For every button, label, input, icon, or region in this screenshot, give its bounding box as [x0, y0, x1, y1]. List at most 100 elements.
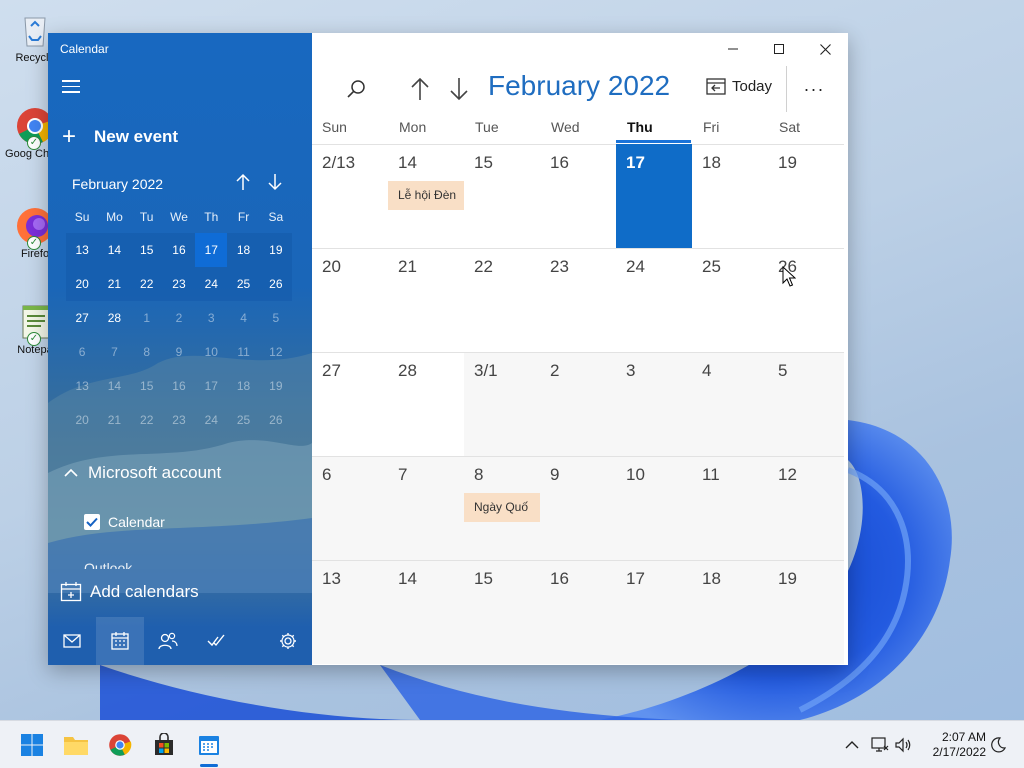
day-cell[interactable]: 14 Lễ hội Đèn: [388, 144, 464, 248]
mini-day[interactable]: 13: [66, 369, 98, 403]
mini-calendar-prev-button[interactable]: [233, 173, 253, 193]
mini-day[interactable]: 21: [98, 267, 131, 301]
start-button[interactable]: [16, 729, 48, 761]
day-cell[interactable]: 20: [312, 248, 388, 352]
day-cell[interactable]: 16: [540, 560, 616, 664]
day-cell[interactable]: 21: [388, 248, 464, 352]
day-cell[interactable]: 2/13: [312, 144, 388, 248]
next-month-button[interactable]: [445, 73, 473, 105]
day-cell[interactable]: 15: [464, 144, 540, 248]
mini-day[interactable]: 17: [195, 369, 227, 403]
new-event-button[interactable]: + New event: [62, 125, 178, 149]
mini-day[interactable]: 8: [131, 335, 163, 369]
mini-day[interactable]: 4: [227, 301, 259, 335]
mini-day[interactable]: 11: [227, 335, 259, 369]
mini-day[interactable]: 21: [98, 403, 130, 437]
add-calendars-button[interactable]: Add calendars: [60, 581, 199, 603]
mini-day[interactable]: 5: [260, 301, 292, 335]
previous-month-button[interactable]: [406, 73, 434, 105]
mini-day[interactable]: 12: [260, 335, 292, 369]
mini-day[interactable]: 3: [195, 301, 227, 335]
mini-day[interactable]: 2: [163, 301, 195, 335]
mini-day[interactable]: 28: [98, 301, 130, 335]
mail-nav-button[interactable]: [48, 617, 96, 665]
day-cell[interactable]: 17: [616, 560, 692, 664]
mini-day[interactable]: 18: [227, 369, 259, 403]
day-cell[interactable]: 9: [540, 456, 616, 560]
show-hidden-icons-button[interactable]: [842, 735, 862, 755]
day-cell[interactable]: 5: [768, 352, 844, 456]
day-cell[interactable]: 3: [616, 352, 692, 456]
mini-day[interactable]: 19: [260, 369, 292, 403]
close-button[interactable]: [802, 33, 848, 65]
mini-day[interactable]: 23: [162, 267, 196, 301]
hamburger-menu-button[interactable]: [62, 80, 80, 94]
day-cell[interactable]: 25: [692, 248, 768, 352]
day-cell[interactable]: 27: [312, 352, 388, 456]
mini-day[interactable]: 7: [98, 335, 130, 369]
month-title[interactable]: February 2022: [488, 70, 670, 102]
mini-day[interactable]: 14: [98, 233, 131, 267]
mini-day[interactable]: 26: [259, 267, 292, 301]
day-cell[interactable]: 18: [692, 560, 768, 664]
day-cell[interactable]: 23: [540, 248, 616, 352]
day-cell[interactable]: 14: [388, 560, 464, 664]
mini-day[interactable]: 6: [66, 335, 98, 369]
mini-day-today[interactable]: 17: [195, 233, 228, 267]
day-cell[interactable]: 16: [540, 144, 616, 248]
network-button[interactable]: [870, 735, 890, 755]
outlook-section-peek[interactable]: Outlook: [84, 561, 132, 569]
mini-day[interactable]: 20: [66, 403, 98, 437]
mini-day[interactable]: 23: [163, 403, 195, 437]
mini-day[interactable]: 16: [162, 233, 196, 267]
calendar-taskbar-button[interactable]: [193, 729, 225, 761]
mini-day[interactable]: 22: [130, 267, 163, 301]
chrome-taskbar-button[interactable]: [104, 729, 136, 761]
day-cell[interactable]: 11: [692, 456, 768, 560]
day-cell[interactable]: 19: [768, 144, 844, 248]
maximize-button[interactable]: [756, 33, 802, 65]
mini-day[interactable]: 26: [260, 403, 292, 437]
system-clock[interactable]: 2:07 AM 2/17/2022: [918, 730, 986, 760]
mini-day[interactable]: 1: [131, 301, 163, 335]
day-cell[interactable]: 26: [768, 248, 844, 352]
microsoft-account-section-toggle[interactable]: Microsoft account: [62, 463, 221, 483]
mini-day[interactable]: 15: [130, 233, 163, 267]
day-cell[interactable]: 12: [768, 456, 844, 560]
event-chip[interactable]: Lễ hội Đèn: [388, 181, 464, 210]
day-cell[interactable]: 24: [616, 248, 692, 352]
mini-day[interactable]: 25: [227, 267, 260, 301]
people-nav-button[interactable]: [144, 617, 192, 665]
calendar-checkbox[interactable]: [84, 514, 100, 530]
event-chip[interactable]: Ngày Quố: [464, 493, 540, 522]
mini-day[interactable]: 14: [98, 369, 130, 403]
day-cell-today[interactable]: 17: [616, 144, 692, 248]
day-cell[interactable]: 13: [312, 560, 388, 664]
day-cell[interactable]: 10: [616, 456, 692, 560]
calendar-visibility-item[interactable]: Calendar: [84, 514, 165, 530]
day-cell[interactable]: 7: [388, 456, 464, 560]
volume-button[interactable]: [894, 735, 914, 755]
more-options-button[interactable]: ···: [798, 73, 830, 105]
mini-day[interactable]: 9: [163, 335, 195, 369]
day-cell[interactable]: 3/1: [464, 352, 540, 456]
mini-day[interactable]: 20: [66, 267, 99, 301]
settings-nav-button[interactable]: [264, 617, 312, 665]
day-cell[interactable]: 18: [692, 144, 768, 248]
mini-day[interactable]: 18: [227, 233, 260, 267]
day-cell[interactable]: 28: [388, 352, 464, 456]
file-explorer-button[interactable]: [60, 729, 92, 761]
day-cell[interactable]: 8 Ngày Quố: [464, 456, 540, 560]
mini-calendar-next-button[interactable]: [265, 173, 285, 193]
mini-day[interactable]: 15: [131, 369, 163, 403]
mini-day[interactable]: 16: [163, 369, 195, 403]
store-button[interactable]: [148, 729, 180, 761]
mini-day[interactable]: 13: [66, 233, 99, 267]
notifications-button[interactable]: [988, 735, 1008, 755]
search-button[interactable]: [340, 73, 372, 105]
mini-day[interactable]: 10: [195, 335, 227, 369]
minimize-button[interactable]: [710, 33, 756, 65]
day-cell[interactable]: 2: [540, 352, 616, 456]
mini-day[interactable]: 22: [131, 403, 163, 437]
todo-nav-button[interactable]: [192, 617, 240, 665]
